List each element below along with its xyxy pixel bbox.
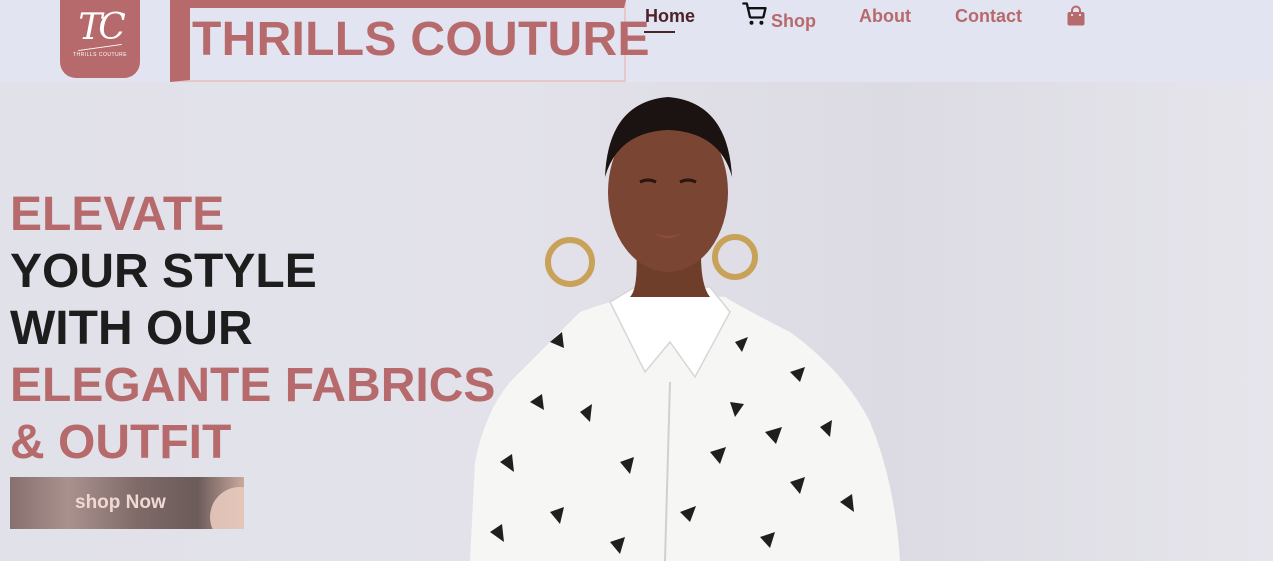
nav-shop[interactable]: Shop [771,11,816,32]
headline-line-2: YOUR STYLE [10,245,317,298]
cart-icon[interactable] [741,0,769,28]
nav-home-active-underline [644,31,675,33]
shop-now-button[interactable]: shop Now [10,477,244,529]
headline-line-1: ELEVATE [10,188,225,241]
headline-line-3: WITH OUR [10,302,253,355]
headline-line-4: ELEGANTE FABRICS [10,359,496,412]
nav-contact[interactable]: Contact [955,6,1022,27]
hero-model-image [470,97,900,561]
brand-name: THRILLS COUTURE [192,13,650,66]
headline-line-5: & OUTFIT [10,416,232,469]
brand-name-box: THRILLS COUTURE [170,0,650,82]
nav-home[interactable]: Home [645,6,695,27]
site-header: TC THRILLS COUTURE THRILLS COUTURE Home … [0,0,1273,82]
brand-logo[interactable]: TC THRILLS COUTURE [60,0,140,78]
logo-monogram: TC [78,7,126,48]
nav-about[interactable]: About [859,6,911,27]
hero-section: ELEVATE YOUR STYLE WITH OUR ELEGANTE FAB… [0,82,1273,561]
shopping-bag-icon[interactable] [1066,5,1086,27]
logo-subtitle: THRILLS COUTURE [72,52,128,58]
hero-headline: ELEVATE YOUR STYLE WITH OUR ELEGANTE FAB… [10,186,495,471]
button-decoration [210,487,244,529]
shop-now-label: shop Now [75,492,166,513]
